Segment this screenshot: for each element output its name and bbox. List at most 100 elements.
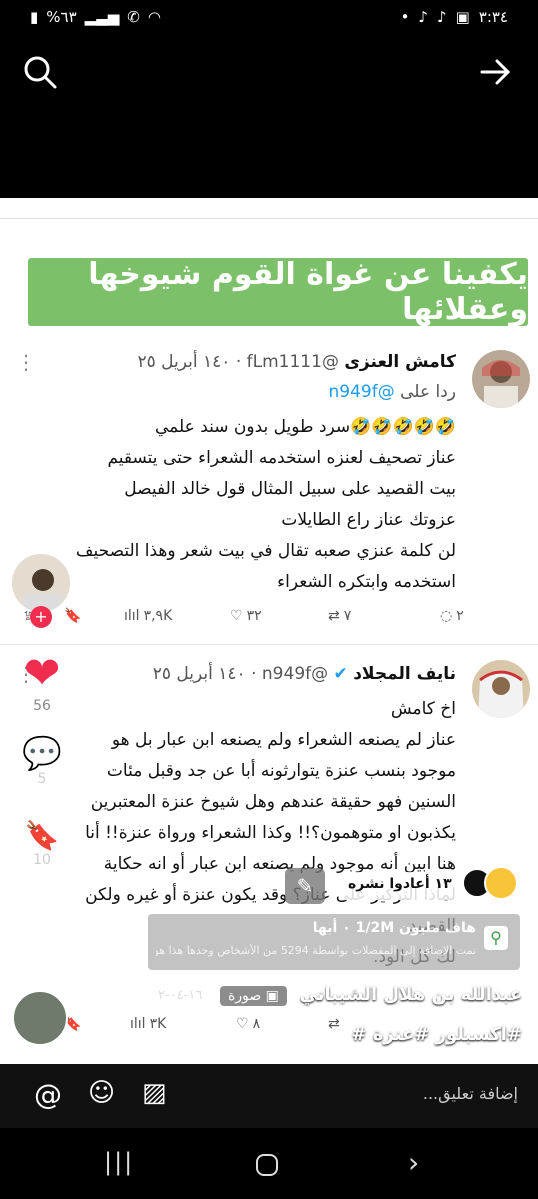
tweet-line: استخدمه وابتكره الشعراء	[277, 572, 456, 592]
reply-prefix: ردا على	[400, 382, 456, 402]
heart-icon: ♡	[236, 1016, 249, 1032]
tweet-line: بيت القصيد على سبيل المثال قول خالد الفي…	[124, 479, 456, 499]
tweet-line: يكذبون او متوهمون؟!! وكذا الشعراء ورواة …	[85, 823, 456, 843]
like-action[interactable]: ♡ ٣٢	[230, 608, 262, 624]
recent-apps-icon[interactable]: |||	[104, 1148, 134, 1176]
bookmark-side[interactable]: 🔖 10	[20, 819, 64, 869]
status-time: ٣:٣٤	[478, 8, 508, 26]
retweet-count: ٧	[343, 608, 352, 624]
views-action[interactable]: ılıl ٣,٩K	[124, 608, 172, 624]
back-icon[interactable]: ›	[408, 1146, 419, 1179]
retweet-action[interactable]: ⇄	[328, 1016, 340, 1032]
author-name[interactable]: نايف المجلاد	[353, 664, 456, 684]
tweet-header: نايف المجلاد ✔ @n949f · ١٤٠ أبريل ٢٥	[152, 664, 456, 684]
retweet-icon: ⇄	[328, 1016, 340, 1032]
views-icon: ılıl	[130, 1016, 146, 1032]
wifi-calling-icon: ✆	[127, 8, 140, 26]
author-name[interactable]: كامش العنزى	[344, 352, 456, 372]
views-count: ٣,٩K	[143, 608, 173, 624]
nav-bar: ||| ›	[0, 1128, 538, 1199]
status-bar: ▮ %٦٣ ▂▃▅ ✆ ◠ • ♪ ♪ ▣ ٣:٣٤	[0, 0, 538, 36]
tweet-1: كامش العنزى @fLm1111 · ١٤٠ أبريل ٢٥ ⋮ رد…	[0, 346, 538, 636]
like-side[interactable]: ❤ 56	[20, 648, 64, 715]
tweet-date: ١٤٠ أبريل ٢٥	[137, 352, 231, 372]
like-count: ٣٢	[246, 608, 262, 624]
tweet-line: السنين فهو حقيقة عندهم وهل شيوخ عنزة الم…	[90, 792, 456, 812]
image-icon: ▣	[265, 988, 279, 1004]
tweet-line: اخ كامش	[390, 699, 456, 719]
tweet-line: موجود بنسب عنزة يتوارثونه أبا عن جد وقبل…	[106, 761, 456, 781]
views-icon: ılıl	[124, 608, 140, 624]
like-count: ٨	[252, 1016, 261, 1032]
verified-icon: ✔	[333, 664, 348, 684]
tweet-body: 🤣🤣🤣🤣🤣سرد طويل بدون سند علمي عناز تصحيف ل…	[11, 412, 456, 598]
author-handle: @n949f	[261, 664, 329, 684]
image-icon[interactable]: ▨	[142, 1078, 167, 1108]
tweet-line: عزوتك عناز راع الطايلات	[281, 510, 456, 530]
reply-handle[interactable]: @n949f	[329, 382, 395, 402]
avatar	[484, 866, 518, 900]
creator-avatar[interactable]	[10, 552, 72, 614]
reply-action[interactable]: ◌ ٢	[440, 608, 464, 624]
comment-icon: 💬	[22, 734, 62, 772]
follow-button[interactable]: +	[30, 606, 52, 628]
music-title: هاف مليون 1/2M ٠ أبها	[312, 920, 476, 936]
heart-icon: ❤	[23, 648, 61, 699]
bookmark-count: 10	[33, 852, 51, 868]
dot-icon: •	[400, 8, 410, 26]
author-handle: @fLm1111	[246, 352, 339, 372]
like-count: 56	[33, 698, 51, 714]
reply-icon: ◌	[440, 608, 453, 624]
top-bar	[0, 40, 538, 200]
tweet-date: ١٤٠ أبريل ٢٥	[152, 664, 246, 684]
bookmark-icon: 🔖	[24, 819, 60, 852]
repost-avatars	[462, 866, 518, 900]
home-icon[interactable]	[256, 1154, 278, 1176]
status-right: • ♪ ♪ ▣ ٣:٣٤	[401, 8, 508, 26]
tiktok-icon: ♪	[437, 8, 447, 26]
retweet-icon: ⇄	[328, 608, 340, 624]
caption-author[interactable]: عبدالله بن هلال الشيباني	[300, 984, 522, 1005]
tweet-header: كامش العنزى @fLm1111 · ١٤٠ أبريل ٢٥	[137, 352, 456, 372]
repost-info[interactable]: ١٣ أعادوا نشره	[340, 872, 460, 900]
wifi-icon: ◠	[147, 8, 161, 26]
tweet-line: لن كلمة عنزي صعبه تقال في بيت شعر وهذا ا…	[75, 541, 456, 561]
caption-date: ١٦-٠٤-٢	[158, 988, 203, 1003]
mention-icon[interactable]: @	[34, 1078, 62, 1111]
tiktok-icon: ♪	[418, 8, 428, 26]
comment-input[interactable]: إضافة تعليق...	[423, 1084, 518, 1103]
tweet-line: عناز تصحيف لعنزه استخدمه الشعراء حتى يتس…	[107, 448, 456, 468]
reply-to: ردا على @n949f	[329, 382, 456, 402]
author-avatar[interactable]	[12, 990, 68, 1046]
photo-badge: ▣ صورة	[220, 986, 287, 1006]
gallery-icon: ▣	[455, 8, 470, 26]
battery-icon: ▮	[30, 8, 39, 26]
forward-arrow-icon[interactable]	[478, 54, 514, 90]
tweet-line: عناز لم يصنعه الشعراء ولم يصنعه ابن عبار…	[111, 730, 456, 750]
tweet-line: 🤣🤣🤣🤣🤣سرد طويل بدون سند علمي	[155, 417, 456, 437]
avatar	[472, 350, 530, 408]
views-count: ٣K	[149, 1016, 167, 1032]
music-subtitle: تمت الإضافة إلى المفضلات بواسطة 5294 من …	[156, 944, 476, 957]
edit-icon[interactable]: ✎	[285, 868, 325, 904]
comment-count: 5	[37, 771, 47, 787]
views-action[interactable]: ılıl ٣K	[130, 1016, 166, 1032]
photo-label: صورة	[228, 988, 262, 1004]
search-icon[interactable]	[22, 54, 58, 90]
more-icon[interactable]: ⋮	[16, 350, 36, 374]
comment-side[interactable]: 💬 5	[20, 735, 64, 787]
like-action[interactable]: ♡ ٨	[236, 1016, 260, 1032]
reply-count: ٢	[456, 608, 464, 624]
comment-bar[interactable]: إضافة تعليق... @ ☺ ▨	[0, 1064, 538, 1128]
signal-icon: ▂▃▅	[84, 8, 120, 26]
avatar	[472, 660, 530, 718]
heart-icon: ♡	[230, 608, 243, 624]
bookmark-icon[interactable]: 🔖	[64, 608, 81, 624]
retweet-action[interactable]: ⇄ ٧	[328, 608, 351, 624]
music-bar[interactable]: ⚲ هاف مليون 1/2M ٠ أبها تمت الإضافة إلى …	[148, 914, 520, 970]
caption-tags[interactable]: #اكسبلور #عنزة #	[351, 1024, 522, 1045]
music-icon: ⚲	[484, 926, 508, 950]
emoji-icon[interactable]: ☺	[88, 1078, 115, 1108]
battery-level: %٦٣	[46, 8, 77, 26]
status-left: ▮ %٦٣ ▂▃▅ ✆ ◠	[30, 8, 161, 26]
